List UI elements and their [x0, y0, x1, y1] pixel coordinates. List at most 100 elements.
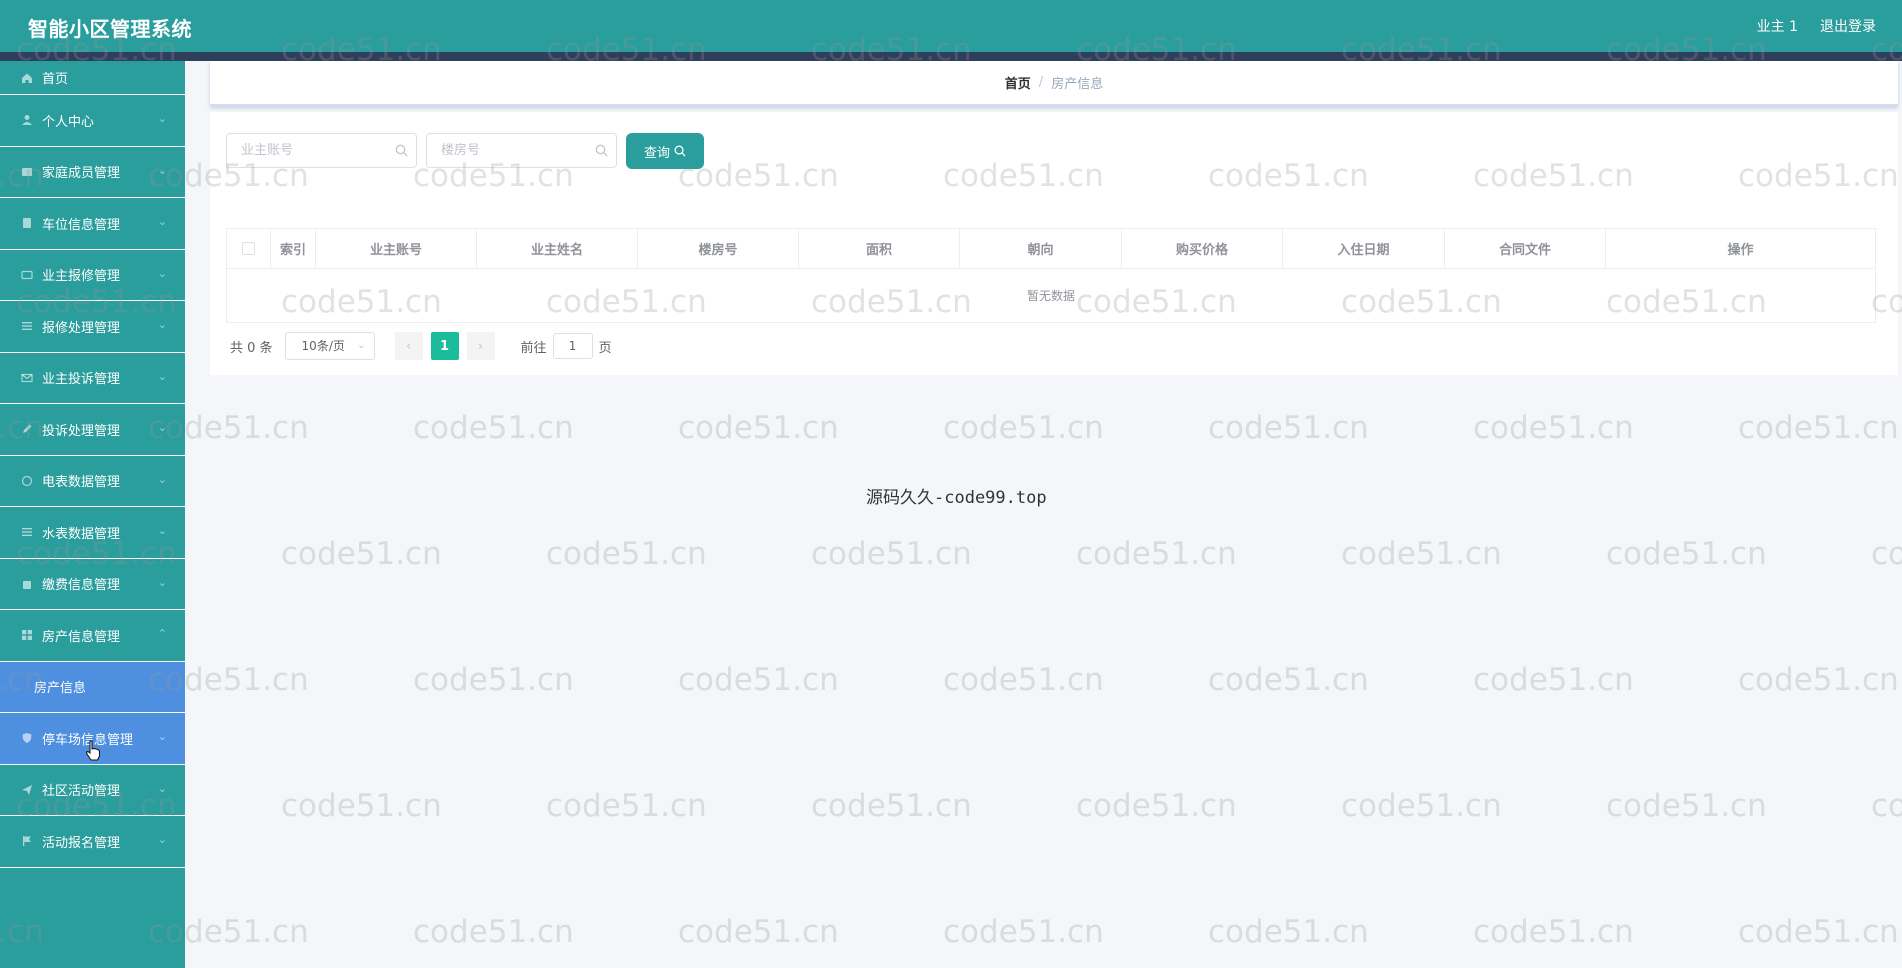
sidebar-item-label: 房产信息管理: [42, 629, 121, 645]
sidebar-item-personal-center[interactable]: 个人中心 ⌄: [0, 95, 185, 147]
column-header: 操作: [1727, 243, 1754, 258]
user-name-link[interactable]: 业主 1: [1757, 16, 1798, 36]
sidebar-item-family-members[interactable]: 家庭成员管理 ⌄: [0, 147, 185, 198]
top-right-actions: 业主 1 退出登录: [1757, 16, 1876, 36]
next-page-button[interactable]: ›: [466, 332, 495, 360]
property-table: 索引 业主账号 业主姓名 楼房号 面积 朝向 购买价格 入住日期 合同文件 操作…: [226, 228, 1876, 323]
query-button[interactable]: 查询: [626, 133, 704, 169]
watermark-text: code51.cn: [1473, 410, 1634, 446]
column-header: 楼房号: [638, 229, 799, 268]
logout-link[interactable]: 退出登录: [1820, 16, 1876, 36]
chevron-left-icon: ‹: [406, 339, 411, 353]
page-size-select[interactable]: 10条/页 ⌄: [284, 332, 375, 360]
sidebar-item-label: 首页: [42, 72, 69, 87]
sidebar-item-electricity-data[interactable]: 电表数据管理 ⌄: [0, 456, 185, 507]
owner-account-input[interactable]: 业主账号: [226, 133, 417, 168]
prev-page-button[interactable]: ‹: [394, 332, 423, 360]
sidebar-item-label: 个人中心: [42, 114, 95, 130]
watermark-text: code51.cn: [1208, 914, 1369, 950]
table-empty-text: 暂无数据: [1026, 289, 1075, 303]
mail-icon: [20, 371, 34, 385]
watermark-text: code51.cn: [546, 536, 707, 572]
pagination: 共 0 条 10条/页 ⌄ ‹ 1 › 前往 1 页: [230, 332, 612, 360]
sidebar-item-parking-space[interactable]: 车位信息管理 ⌄: [0, 198, 185, 250]
watermark-text: code51.cn: [943, 662, 1104, 698]
watermark-text: code51.cn: [1738, 410, 1899, 446]
card-icon: [20, 268, 34, 282]
sidebar-item-label: 业主投诉管理: [42, 372, 121, 388]
search-icon: [595, 144, 608, 157]
chevron-down-icon: ⌄: [157, 833, 167, 847]
sidebar-item-repair-handling[interactable]: 报修处理管理 ⌄: [0, 301, 185, 353]
goto-suffix: 页: [598, 340, 612, 356]
sidebar-item-complaint-handling[interactable]: 投诉处理管理 ⌄: [0, 404, 185, 456]
sidebar-item-activity-signup[interactable]: 活动报名管理 ⌄: [0, 816, 185, 868]
chevron-down-icon: ⌄: [157, 730, 167, 744]
sidebar-subitem-property-info[interactable]: 房产信息: [0, 661, 185, 713]
sidebar-item-label: 社区活动管理: [42, 784, 121, 800]
watermark-text: code51.cn: [1738, 662, 1899, 698]
main-content-card: 业主账号 楼房号 查询 索引 业主账号 业主姓名 楼房号 面积 朝向 购买价格 …: [210, 112, 1898, 375]
watermark-text: code51.cn: [678, 914, 839, 950]
column-header: 入住日期: [1283, 229, 1445, 268]
select-all-checkbox[interactable]: [242, 242, 255, 255]
watermark-text: code51.cn: [281, 536, 442, 572]
watermark-text: code51.cn: [943, 914, 1104, 950]
chevron-down-icon: ⌄: [157, 781, 167, 795]
flag-icon: [20, 834, 34, 848]
sidebar-item-community-activity[interactable]: 社区活动管理 ⌄: [0, 765, 185, 816]
sidebar-item-label: 业主报修管理: [42, 269, 121, 285]
watermark-text: code51.cn: [413, 662, 574, 698]
column-header: 购买价格: [1122, 229, 1283, 268]
sidebar-item-property-info-manage[interactable]: 房产信息管理 ⌃: [0, 610, 185, 662]
list-icon: [20, 319, 34, 333]
watermark-text: code51.cn: [413, 410, 574, 446]
watermark-text: code51.cn: [1341, 536, 1502, 572]
sidebar-item-owner-repair[interactable]: 业主报修管理 ⌄: [0, 250, 185, 301]
chevron-down-icon: ⌄: [157, 215, 167, 229]
select-all-cell: [227, 229, 271, 268]
search-icon: [674, 145, 686, 157]
watermark-text: code51.cn: [1341, 788, 1502, 824]
goto-prefix: 前往: [520, 340, 547, 356]
column-header: 面积: [799, 229, 960, 268]
breadcrumb: 首页 / 房产信息: [210, 61, 1898, 106]
watermark-text: code51.cn: [1871, 788, 1902, 824]
watermark-text: code51.cn: [943, 410, 1104, 446]
breadcrumb-current: 房产信息: [1051, 77, 1104, 92]
send-icon: [20, 783, 34, 797]
watermark-text: code51.cn: [1208, 662, 1369, 698]
chevron-down-icon: ⌄: [157, 112, 167, 126]
page-number-button[interactable]: 1: [430, 332, 459, 360]
goto-page-input[interactable]: 1: [552, 333, 593, 359]
building-number-input[interactable]: 楼房号: [426, 133, 617, 168]
car-icon: [20, 216, 34, 230]
home-icon: [20, 71, 34, 85]
bag-icon: [20, 577, 34, 591]
query-button-label: 查询: [643, 145, 670, 161]
page-size-value: 10条/页: [301, 339, 345, 353]
sidebar-item-payment-info[interactable]: 缴费信息管理 ⌄: [0, 559, 185, 610]
owner-account-placeholder: 业主账号: [241, 143, 294, 158]
shield-icon: [20, 731, 34, 745]
watermark-text: code51.cn: [1606, 536, 1767, 572]
watermark-text: code51.cn: [1473, 662, 1634, 698]
sidebar-item-label: 电表数据管理: [42, 475, 121, 491]
search-icon: [395, 144, 408, 157]
sidebar-item-home[interactable]: 首页: [0, 61, 185, 95]
column-header: 业主姓名: [477, 229, 638, 268]
sidebar-item-owner-complaint[interactable]: 业主投诉管理 ⌄: [0, 353, 185, 404]
chevron-down-icon: ⌄: [157, 472, 167, 486]
chevron-down-icon: ⌄: [157, 266, 167, 280]
breadcrumb-home[interactable]: 首页: [1005, 73, 1031, 92]
watermark-text: code51.cn: [678, 662, 839, 698]
watermark-text: code51.cn: [1076, 536, 1237, 572]
chevron-down-icon: ⌄: [157, 163, 167, 177]
watermark-text: code51.cn: [678, 410, 839, 446]
building-number-placeholder: 楼房号: [441, 143, 481, 158]
column-header: 合同文件: [1445, 229, 1606, 268]
watermark-text: code51.cn: [1208, 410, 1369, 446]
chevron-down-icon: ⌄: [157, 524, 167, 538]
app-title: 智能小区管理系统: [28, 17, 192, 41]
sidebar-item-water-data[interactable]: 水表数据管理 ⌄: [0, 507, 185, 559]
